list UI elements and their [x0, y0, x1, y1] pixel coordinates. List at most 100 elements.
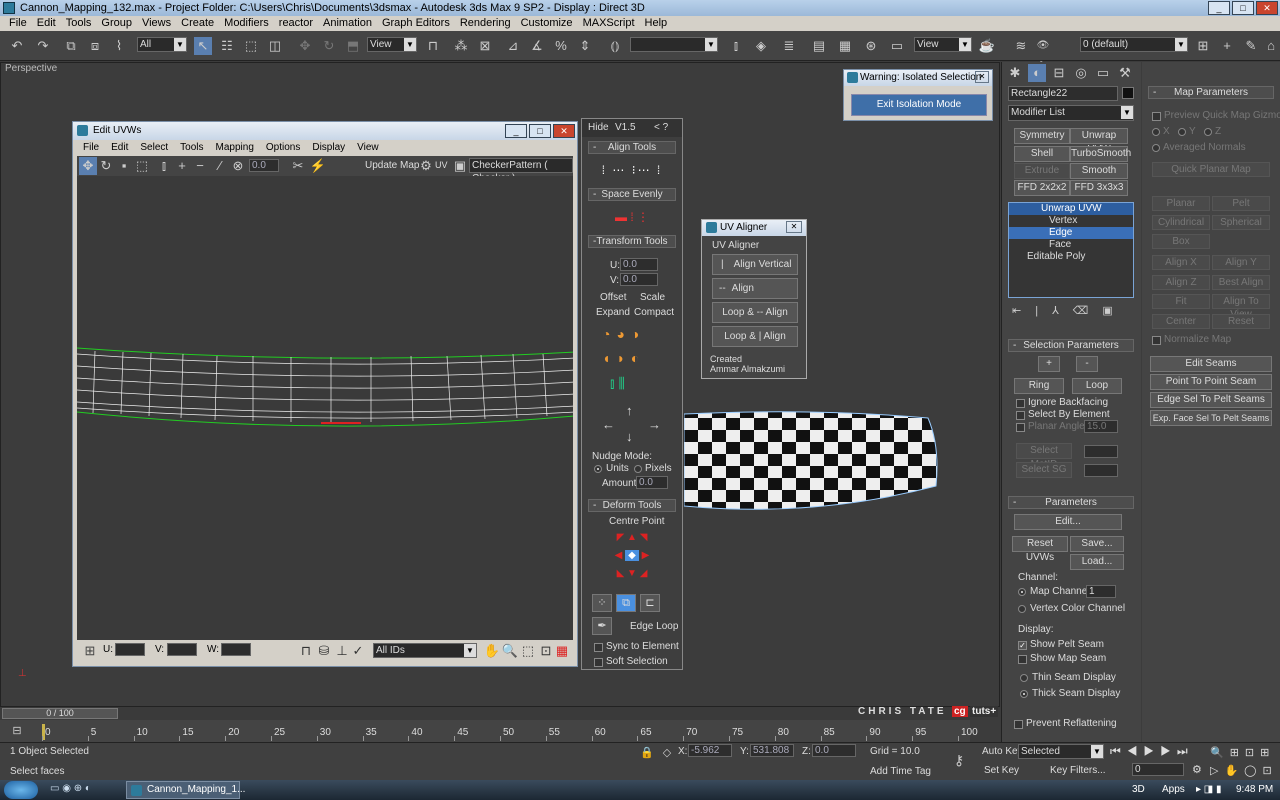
track-bar[interactable]: ⊟ 0 5 10 15 20 25 30 35 40 45 50 55 60 65 70 75 80 85 90 95… [0, 720, 978, 742]
grow-selection-button[interactable]: + [1038, 356, 1060, 372]
y-coord-field[interactable]: 531.808 [750, 744, 794, 757]
stack-item-vertex[interactable]: Vertex [1009, 215, 1133, 227]
select-matid-button[interactable]: Select MatID [1016, 443, 1072, 470]
add-layer-icon[interactable]: ⊞ [1194, 37, 1212, 55]
stack-item-edge[interactable]: Edge [1009, 227, 1133, 239]
stack-item-face[interactable]: Face [1009, 239, 1133, 251]
compact-button[interactable]: Compact [634, 307, 674, 318]
transform-u-field[interactable]: 0.0 [620, 258, 658, 271]
current-layer-dropdown[interactable]: 0 (default) ▼ [1080, 37, 1188, 52]
menu-modifiers[interactable]: Modifiers [219, 16, 274, 31]
reference-coordinate-dropdown[interactable]: View ▼ [367, 37, 417, 52]
uvw-menu-edit[interactable]: Edit [105, 140, 134, 156]
loop-align-vertical-button[interactable]: Loop & | Align [712, 326, 798, 347]
edge-loop-icon[interactable]: ✒ [592, 617, 612, 635]
uv-editor-canvas[interactable] [77, 176, 573, 640]
close-button[interactable]: ✕ [553, 124, 575, 138]
uvw-menu-options[interactable]: Options [260, 140, 306, 156]
close-button[interactable]: ✕ [786, 221, 802, 233]
averaged-normals-radio[interactable] [1152, 144, 1160, 152]
shell-button[interactable]: Shell [1014, 146, 1070, 162]
align-icon[interactable]: ◈ [752, 37, 770, 55]
save-button[interactable]: Save... [1070, 536, 1124, 552]
hierarchy-tab-icon[interactable]: ⊟ [1050, 64, 1068, 82]
viewport-label[interactable]: Perspective [5, 63, 57, 74]
paint-icon[interactable]: ✓ [349, 642, 367, 660]
named-selection-sets-dropdown[interactable]: ▼ [630, 37, 718, 52]
stack-tool-icons[interactable]: ⇤|⅄⌫▣ [1012, 304, 1132, 317]
thin-seam-radio[interactable] [1020, 674, 1028, 682]
select-by-name-icon[interactable]: ☷ [218, 37, 236, 55]
maximize-button[interactable]: □ [1232, 1, 1254, 15]
time-slider[interactable]: 0 / 100 [0, 706, 1000, 720]
deform-tools-rollout[interactable]: Deform Tools [588, 499, 676, 512]
filter-icon[interactable]: ⛁ [315, 642, 333, 660]
percent-snap-icon[interactable]: % [552, 37, 570, 55]
pivot-center-icon[interactable]: ⊓ [424, 37, 442, 55]
space-evenly-rollout[interactable]: Space Evenly [588, 188, 676, 201]
select-object-icon[interactable]: ↖ [194, 37, 212, 55]
soft-selection-checkbox[interactable] [594, 658, 603, 667]
select-manipulate-icon[interactable]: ⁂ [452, 37, 470, 55]
align-y-button[interactable]: Align Y [1212, 255, 1270, 270]
unlink-icon[interactable]: ⧈ [86, 37, 104, 55]
offset-button[interactable]: Offset [600, 292, 627, 303]
expand-button[interactable]: Expand [596, 307, 630, 318]
fit-button[interactable]: Fit [1152, 294, 1210, 309]
break-icon[interactable]: ⚡ [309, 157, 327, 175]
select-sg-button[interactable]: Select SG [1016, 462, 1072, 478]
quick-planar-map-button[interactable]: Quick Planar Map [1152, 162, 1270, 177]
map-parameters-rollout[interactable]: Map Parameters [1148, 86, 1274, 99]
menu-help[interactable]: Help [640, 16, 673, 31]
quick-launch-icons[interactable]: ▭ ◉ ⊕ ◐ [50, 783, 91, 794]
edit-named-selection-icon[interactable]: ⦅⦆ [606, 37, 624, 55]
contract-selection-icon[interactable]: − [191, 157, 209, 175]
show-map-seam-checkbox[interactable] [1018, 655, 1027, 664]
render-view-dropdown[interactable]: View ▼ [914, 37, 972, 52]
display-tab-icon[interactable]: ▭ [1094, 64, 1112, 82]
align-horizontal-button[interactable]: --Align Horizontal [712, 278, 798, 313]
loop-align-horizontal-button[interactable]: Loop & -- Align [712, 302, 798, 323]
uv-aligner-titlebar[interactable]: UV Aligner ✕ [702, 220, 806, 236]
angle-snap-icon[interactable]: ∡ [528, 37, 546, 55]
keyboard-shortcut-icon[interactable]: ⊠ [476, 37, 494, 55]
z-radio[interactable] [1204, 128, 1212, 136]
show-map-icon[interactable]: ⚙ [417, 157, 435, 175]
bind-space-warp-icon[interactable]: ⌇ [110, 37, 128, 55]
uvw-menu-tools[interactable]: Tools [174, 140, 209, 156]
quick-render-icon[interactable]: ☕ [978, 37, 996, 55]
w-field[interactable] [221, 643, 251, 656]
move-icon[interactable]: ✥ [79, 157, 97, 175]
isolation-warning-titlebar[interactable]: Warning: Isolated Selection ✕ [844, 70, 992, 86]
stitch-icon[interactable]: ⊏ [640, 594, 660, 612]
uvw-spinner[interactable]: 0.0 [249, 159, 279, 172]
track-bar-toggle-icon[interactable]: ⊟ [8, 722, 26, 740]
planar-angle-checkbox[interactable] [1016, 423, 1025, 432]
auto-key-button[interactable]: Auto Key [982, 746, 1023, 757]
modify-tab-icon[interactable]: ◐ [1028, 64, 1046, 82]
maximize-button[interactable]: □ [529, 124, 551, 138]
parameters-rollout[interactable]: Parameters [1008, 496, 1134, 509]
menu-graph-editors[interactable]: Graph Editors [377, 16, 455, 31]
layers-icon[interactable]: ≋ [1012, 37, 1030, 55]
center-button[interactable]: Center [1152, 314, 1210, 329]
redo-icon[interactable]: ↷ [34, 37, 52, 55]
menu-create[interactable]: Create [176, 16, 219, 31]
sg-field[interactable] [1084, 464, 1118, 477]
y-radio[interactable] [1178, 128, 1186, 136]
nudge-right-icon[interactable]: → [648, 417, 661, 432]
key-set-dropdown[interactable]: Selected ▼ [1018, 744, 1104, 759]
tray-apps-label[interactable]: Apps [1162, 784, 1185, 795]
key-icon[interactable]: ⚷ [950, 751, 968, 769]
matid-field[interactable] [1084, 445, 1118, 458]
align-tools-rollout[interactable]: Align Tools [588, 141, 676, 154]
edit-button[interactable]: Edit... [1014, 514, 1122, 530]
filter-selected-icon[interactable]: ▦ [553, 642, 571, 660]
expand-selection-icon[interactable]: + [173, 157, 191, 175]
layer-select-icon[interactable]: ✎ [1242, 37, 1260, 55]
nudge-down-icon[interactable]: ↓ [626, 429, 633, 444]
pelt-button[interactable]: Pelt [1212, 196, 1270, 211]
load-button[interactable]: Load... [1070, 554, 1124, 570]
zoom-region-icon[interactable]: ⬚ [519, 642, 537, 660]
reset-uvws-button[interactable]: Reset UVWs [1012, 536, 1068, 563]
